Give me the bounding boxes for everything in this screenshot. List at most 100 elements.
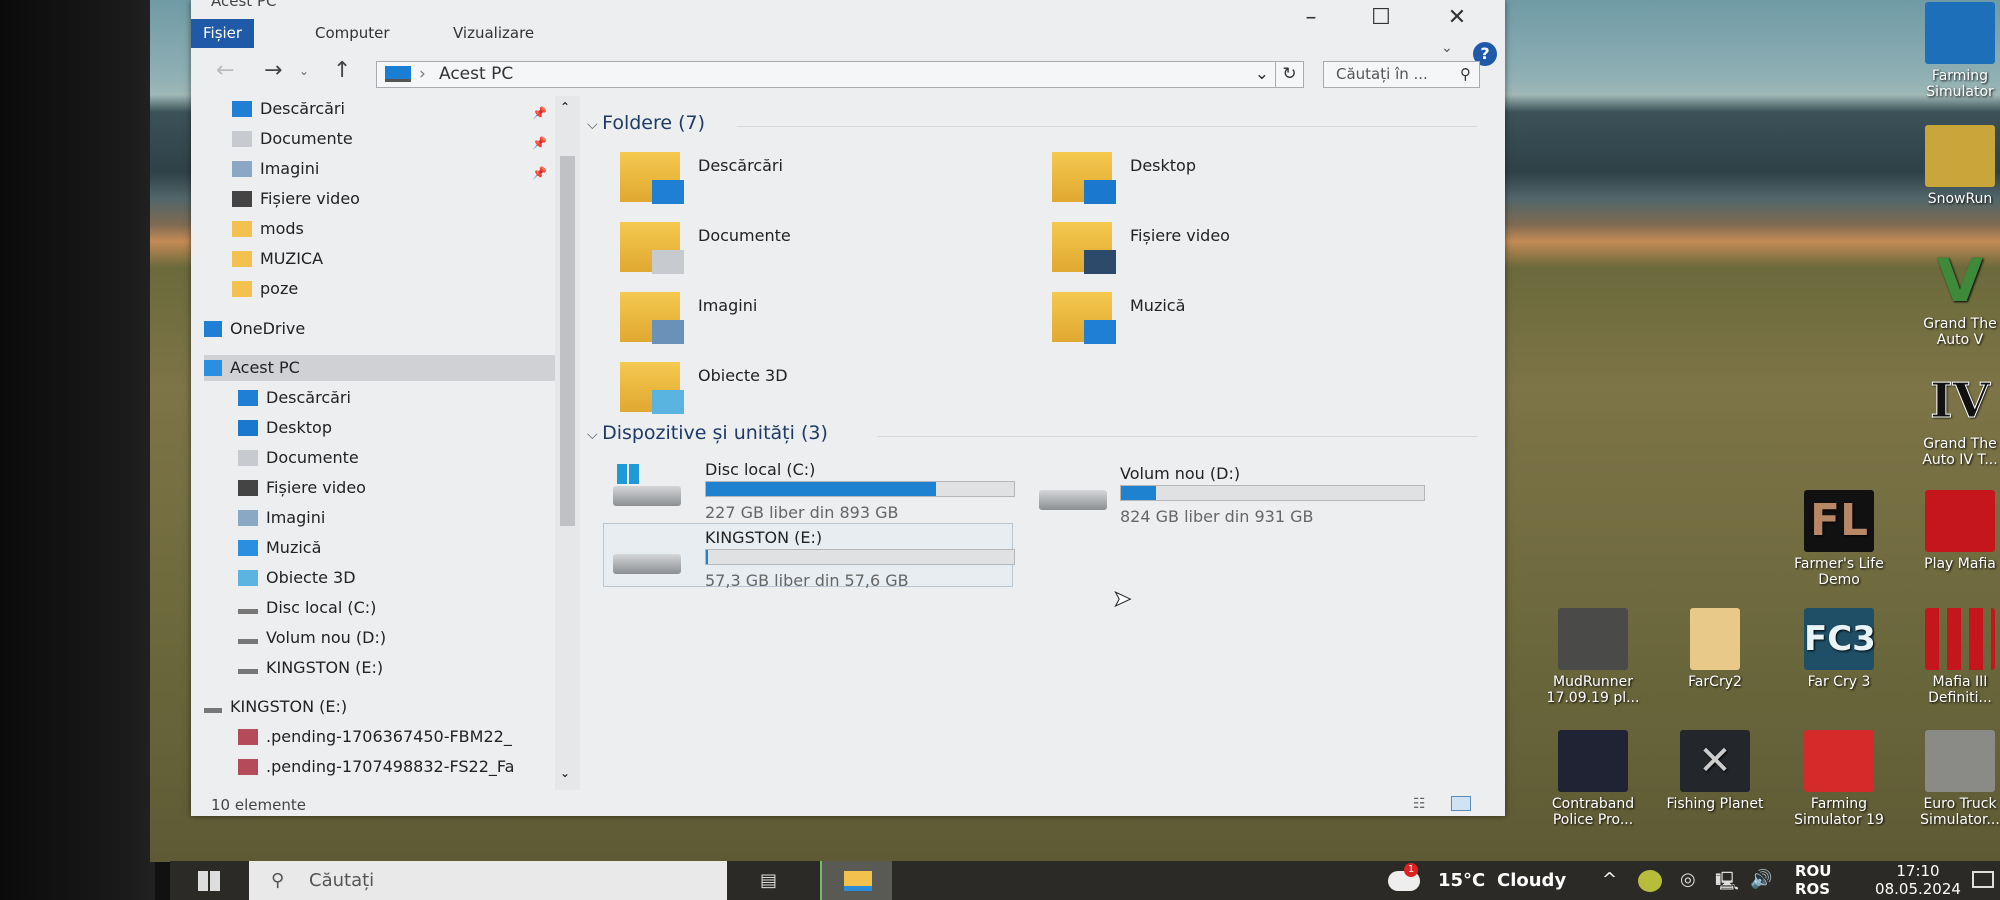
nav-item[interactable]: Descărcări 📌 <box>204 96 555 122</box>
tab-view[interactable]: Vizualizare <box>441 19 546 48</box>
recent-dropdown-icon[interactable]: ⌄ <box>299 64 309 78</box>
weather-text[interactable]: Cloudy <box>1497 870 1566 891</box>
nav-item[interactable]: Descărcări <box>204 385 555 411</box>
nav-item[interactable]: Fișiere video <box>204 475 555 501</box>
weather-temp[interactable]: 15°C <box>1438 870 1485 891</box>
notification-center-icon[interactable] <box>1972 871 1994 888</box>
drive-name[interactable]: KINGSTON (E:) <box>705 528 822 547</box>
nav-item[interactable]: Disc local (C:) <box>204 595 555 621</box>
navigation-scrollbar[interactable]: ⌃ ⌄ <box>555 96 580 790</box>
taskbar-search-box[interactable]: ⚲ Căutați <box>249 861 727 900</box>
desktop-icon-ets[interactable]: Euro Truck Simulator... <box>1905 730 2000 828</box>
task-view-icon[interactable]: ▤ <box>760 870 777 891</box>
folder-overlay-icon <box>652 320 684 344</box>
folder-name[interactable]: Imagini <box>698 296 757 315</box>
nav-item[interactable]: OneDrive <box>204 316 555 342</box>
refresh-icon[interactable]: ↻ <box>1275 62 1303 87</box>
nav-item[interactable]: mods <box>204 216 555 242</box>
windows-start-icon[interactable] <box>198 871 220 891</box>
minimize-button[interactable]: – <box>1281 0 1341 36</box>
desktop-icon-mafia3[interactable]: Mafia III Definiti... <box>1905 608 2000 706</box>
network-icon[interactable]: 🖳 <box>1715 869 1739 899</box>
desktop-icon-fishing-planet[interactable]: ✕ Fishing Planet <box>1660 730 1770 812</box>
nav-item[interactable]: KINGSTON (E:) <box>204 694 555 720</box>
folder-name[interactable]: Desktop <box>1130 156 1196 175</box>
scroll-up-icon[interactable]: ⌃ <box>560 100 570 114</box>
nav-item[interactable]: Desktop <box>204 415 555 441</box>
desktop-icon-farcry3[interactable]: FC3 Far Cry 3 <box>1784 608 1894 690</box>
nav-item[interactable]: Muzică <box>204 535 555 561</box>
folder-name[interactable]: Documente <box>698 226 791 245</box>
volume-icon[interactable]: 🔊 <box>1750 869 1772 890</box>
show-hidden-icons-button[interactable]: ^ <box>1602 869 1617 890</box>
desktop-icon-fs22[interactable]: Farming Simulator <box>1905 2 2000 100</box>
nav-item[interactable]: KINGSTON (E:) <box>204 655 555 681</box>
nav-item[interactable]: MUZICA <box>204 246 555 272</box>
folder-item[interactable] <box>620 362 684 414</box>
desktop-icon-mudrunner[interactable]: MudRunner 17.09.19 pl... <box>1538 608 1648 706</box>
nav-item[interactable]: poze <box>204 276 555 302</box>
desktop-icon <box>238 420 258 436</box>
folder-name[interactable]: Fișiere video <box>1130 226 1230 245</box>
details-view-button[interactable]: ☷ <box>1413 796 1426 812</box>
forward-button[interactable]: → <box>264 58 282 83</box>
nav-item[interactable]: Imagini 📌 <box>204 156 555 182</box>
search-input[interactable]: Căutați în ... ⚲ <box>1323 61 1480 88</box>
folder-name[interactable]: Obiecte 3D <box>698 366 788 385</box>
weather-cloud-icon[interactable]: 1 <box>1388 863 1420 891</box>
folder-item[interactable] <box>1052 152 1116 204</box>
maximize-button[interactable]: ☐ <box>1351 0 1411 36</box>
folder-item[interactable] <box>620 152 684 204</box>
drive-name[interactable]: Disc local (C:) <box>705 460 815 479</box>
folder-name[interactable]: Muzică <box>1130 296 1185 315</box>
desktop-icon-gta4[interactable]: IV Grand The Auto IV T... <box>1905 370 2000 469</box>
folder-icon <box>1690 608 1740 670</box>
meet-icon[interactable]: ◎ <box>1680 869 1696 890</box>
drive-name[interactable]: Volum nou (D:) <box>1120 464 1240 483</box>
clock[interactable]: 17:10 08.05.2024 <box>1868 862 1968 898</box>
pin-icon[interactable]: 📌 <box>532 100 547 126</box>
large-icons-view-button[interactable] <box>1451 796 1471 811</box>
nav-item[interactable]: Acest PC <box>204 355 555 381</box>
folder-item[interactable] <box>620 292 684 344</box>
back-button[interactable]: ← <box>216 58 234 83</box>
scrollbar-thumb[interactable] <box>560 156 575 526</box>
devices-group-header[interactable]: ⌵ Dispozitive și unități (3) <box>587 422 1477 444</box>
nav-item[interactable]: .pending-1706367450-FBM22_ <box>204 724 555 750</box>
nav-item-label: mods <box>260 219 304 238</box>
desktop-icon-contraband[interactable]: Contraband Police Pro... <box>1538 730 1648 828</box>
nav-item[interactable]: Documente <box>204 445 555 471</box>
nav-item[interactable]: .pending-1707498832-FS22_Fa <box>204 754 555 780</box>
desktop-icon-play-mafia[interactable]: Play Mafia <box>1905 490 2000 572</box>
folder-name[interactable]: Descărcări <box>698 156 783 175</box>
scroll-down-icon[interactable]: ⌄ <box>560 766 570 780</box>
nav-item[interactable]: Documente 📌 <box>204 126 555 152</box>
address-dropdown-icon[interactable]: ⌄ <box>1255 62 1269 87</box>
desktop-icon-fs19[interactable]: Farming Simulator 19 <box>1784 730 1894 828</box>
nav-item[interactable]: Fișiere video <box>204 186 555 212</box>
folder-item[interactable] <box>1052 292 1116 344</box>
nav-item[interactable]: Imagini <box>204 505 555 531</box>
up-button[interactable]: ↑ <box>333 58 351 83</box>
address-bar[interactable]: › Acest PC ⌄ ↻ <box>376 61 1304 88</box>
desktop-icon-farcry2[interactable]: FarCry2 <box>1660 608 1770 690</box>
close-button[interactable]: ✕ <box>1427 0 1487 36</box>
breadcrumb-acest-pc[interactable]: Acest PC <box>439 62 513 87</box>
pin-icon[interactable]: 📌 <box>532 160 547 186</box>
tray-app-icon[interactable] <box>1638 870 1662 892</box>
tab-computer[interactable]: Computer <box>303 19 402 48</box>
taskbar-file-explorer[interactable] <box>820 861 892 900</box>
desktop-icon-gta5[interactable]: V Grand The Auto V <box>1905 250 2000 348</box>
nav-item[interactable]: Volum nou (D:) <box>204 625 555 651</box>
expand-ribbon-icon[interactable]: ⌄ <box>1441 40 1453 56</box>
desktop-icon-farmers-life[interactable]: FL Farmer's Life Demo <box>1784 490 1894 588</box>
tab-file[interactable]: Fișier <box>191 19 255 48</box>
desktop-icon-snowrunner[interactable]: SnowRun <box>1905 125 2000 207</box>
folders-group-header[interactable]: ⌵ Foldere (7) <box>587 112 1477 134</box>
folder-item[interactable] <box>620 222 684 274</box>
nav-item[interactable]: Obiecte 3D <box>204 565 555 591</box>
folder-item[interactable] <box>1052 222 1116 274</box>
pin-icon[interactable]: 📌 <box>532 130 547 156</box>
language-indicator[interactable]: ROU ROS <box>1795 862 1831 898</box>
drive-icon <box>238 609 258 614</box>
